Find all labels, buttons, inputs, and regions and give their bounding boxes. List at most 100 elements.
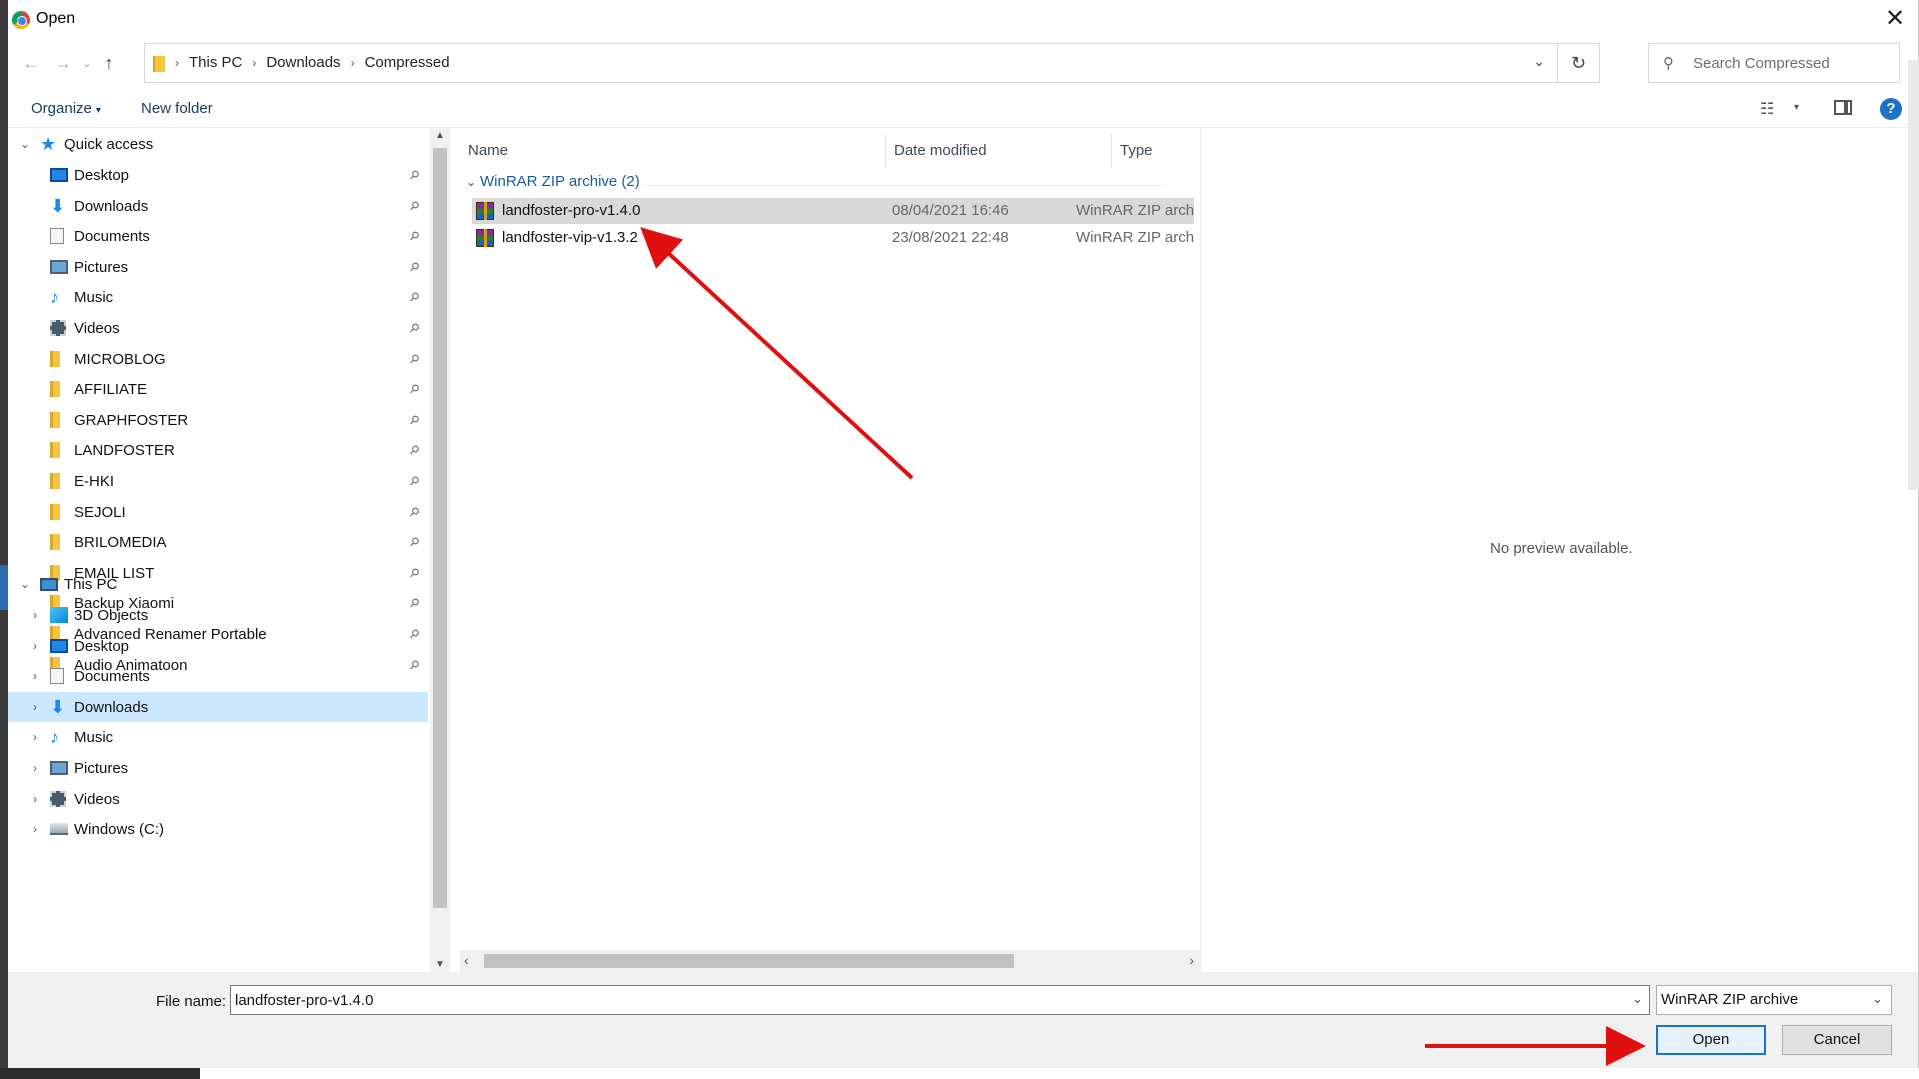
forward-arrow-icon[interactable]: → (50, 50, 76, 76)
file-name-input[interactable] (235, 990, 1615, 1010)
folder-icon (153, 56, 165, 72)
view-options-icon[interactable]: ☷ (1760, 99, 1774, 119)
tree-this-pc[interactable]: ⌄ This PC (8, 569, 428, 599)
breadcrumb-separator[interactable]: › (252, 56, 256, 70)
sidebar-item-pc-desktop[interactable]: › Desktop (8, 631, 428, 661)
chrome-app-icon (12, 11, 30, 29)
sidebar-item-pictures[interactable]: Pictures ⚲ (8, 252, 428, 282)
scroll-down-icon[interactable]: ▼ (430, 959, 450, 970)
folder-icon (50, 534, 60, 550)
navigation-pane-scrollbar[interactable]: ▲ ▼ (430, 128, 450, 972)
pictures-icon (50, 761, 68, 775)
chevron-right-icon[interactable]: › (28, 822, 42, 836)
sidebar-item-music[interactable]: ♪ Music ⚲ (8, 282, 428, 312)
sidebar-item-desktop[interactable]: Desktop ⚲ (8, 160, 428, 190)
desktop-icon (50, 168, 68, 182)
background-left-strip (0, 0, 8, 1079)
downloads-icon: ⬇ (50, 697, 66, 717)
breadcrumb-this-pc[interactable]: This PC (189, 54, 242, 71)
address-dropdown-icon[interactable]: ⌄ (1533, 53, 1545, 70)
tree-item-label: GRAPHFOSTER (74, 411, 189, 429)
scroll-right-icon[interactable]: › (1189, 952, 1194, 968)
close-button[interactable]: ✕ (1878, 4, 1912, 36)
view-options-caret-icon[interactable]: ▾ (1794, 102, 1799, 113)
chevron-right-icon[interactable]: › (28, 639, 42, 653)
music-icon: ♪ (50, 287, 59, 307)
chevron-down-icon[interactable]: ⌄ (18, 577, 32, 591)
address-bar[interactable]: › This PC › Downloads › Compressed ⌄ ↻ (144, 43, 1600, 83)
file-group-header[interactable]: ⌄ WinRAR ZIP archive (2) (460, 171, 1180, 197)
pin-icon: ⚲ (406, 319, 423, 337)
tree-item-label: Quick access (64, 135, 154, 153)
sidebar-item-e-hki[interactable]: E-HKI ⚲ (8, 466, 428, 496)
pin-icon: ⚲ (406, 472, 423, 490)
sidebar-item-pc-3d-objects[interactable]: › 3D Objects (8, 600, 428, 630)
chevron-down-icon[interactable]: ⌄ (1632, 991, 1643, 1007)
sidebar-item-pc-documents[interactable]: › Documents (8, 661, 428, 691)
desktop-icon (50, 639, 68, 653)
column-header-name[interactable]: Name (460, 134, 886, 168)
drive-icon (50, 823, 68, 835)
preview-pane-icon[interactable] (1834, 100, 1852, 115)
sidebar-item-affiliate[interactable]: AFFILIATE ⚲ (8, 374, 428, 404)
chevron-right-icon[interactable]: › (28, 730, 42, 744)
preview-pane-divider[interactable] (1200, 128, 1201, 972)
up-arrow-icon[interactable]: ↑ (96, 50, 122, 76)
chevron-right-icon[interactable]: › (28, 608, 42, 622)
tree-quick-access[interactable]: ⌄ ★ Quick access (8, 129, 428, 159)
sidebar-item-videos[interactable]: Videos ⚲ (8, 313, 428, 343)
file-list-horizontal-scrollbar[interactable]: ‹ › (460, 950, 1200, 972)
breadcrumb-separator[interactable]: › (351, 56, 355, 70)
organize-button[interactable]: Organize ▾ (31, 100, 101, 117)
sidebar-item-pc-videos[interactable]: › Videos (8, 784, 428, 814)
pin-icon: ⚲ (406, 503, 423, 521)
file-row-landfoster-pro[interactable]: landfoster-pro-v1.4.0 08/04/2021 16:46 W… (472, 198, 1194, 224)
chevron-down-icon[interactable]: ⌄ (18, 137, 32, 151)
dialog-title: Open (36, 10, 76, 27)
tree-item-label: This PC (64, 575, 118, 593)
sidebar-item-microblog[interactable]: MICROBLOG ⚲ (8, 344, 428, 374)
sidebar-item-sejoli[interactable]: SEJOLI ⚲ (8, 497, 428, 527)
breadcrumb-compressed[interactable]: Compressed (365, 54, 450, 71)
search-input[interactable] (1693, 52, 1893, 74)
scrollbar-thumb[interactable] (433, 148, 447, 908)
sidebar-item-pc-music[interactable]: › ♪ Music (8, 722, 428, 752)
tree-item-label: 3D Objects (74, 606, 149, 624)
breadcrumb-downloads[interactable]: Downloads (266, 54, 340, 71)
chevron-right-icon[interactable]: › (28, 700, 42, 714)
open-button[interactable]: Open (1656, 1025, 1766, 1055)
sidebar-item-pc-downloads[interactable]: › ⬇ Downloads (8, 692, 428, 722)
cancel-button[interactable]: Cancel (1782, 1025, 1892, 1055)
sidebar-item-landfoster[interactable]: LANDFOSTER ⚲ (8, 435, 428, 465)
pictures-icon (50, 260, 68, 274)
tree-item-label: Music (74, 728, 114, 746)
3d-objects-icon (50, 607, 68, 623)
scrollbar-thumb[interactable] (484, 954, 1014, 968)
sidebar-item-brilomedia[interactable]: BRILOMEDIA ⚲ (8, 527, 428, 557)
column-header-date-modified[interactable]: Date modified (886, 134, 1112, 168)
scroll-up-icon[interactable]: ▲ (430, 130, 450, 141)
refresh-icon[interactable]: ↻ (1557, 44, 1599, 82)
sidebar-item-pc-windows-c-[interactable]: › Windows (C:) (8, 814, 428, 844)
chevron-right-icon[interactable]: › (28, 792, 42, 806)
help-icon[interactable]: ? (1880, 98, 1902, 120)
tree-item-label: AFFILIATE (74, 380, 148, 398)
chevron-right-icon[interactable]: › (28, 761, 42, 775)
window-scrollbar[interactable] (1908, 60, 1919, 490)
sidebar-item-downloads[interactable]: ⬇ Downloads ⚲ (8, 191, 428, 221)
tree-item-label: Documents (74, 227, 150, 245)
file-type-select[interactable]: WinRAR ZIP archive ⌄ (1656, 985, 1892, 1015)
search-box[interactable]: ⚲ (1648, 43, 1900, 83)
file-row-landfoster-vip[interactable]: landfoster-vip-v1.3.2 23/08/2021 22:48 W… (472, 225, 1194, 251)
sidebar-item-graphfoster[interactable]: GRAPHFOSTER ⚲ (8, 405, 428, 435)
column-header-type[interactable]: Type (1112, 134, 1200, 168)
scroll-left-icon[interactable]: ‹ (464, 952, 469, 968)
back-arrow-icon[interactable]: ← (18, 50, 44, 76)
chevron-right-icon[interactable]: › (28, 669, 42, 683)
folder-icon (50, 473, 60, 489)
file-name-combobox[interactable]: ⌄ (230, 985, 1650, 1015)
new-folder-button[interactable]: New folder (141, 100, 213, 117)
sidebar-item-documents[interactable]: Documents ⚲ (8, 221, 428, 251)
folder-icon (50, 381, 60, 397)
sidebar-item-pc-pictures[interactable]: › Pictures (8, 753, 428, 783)
